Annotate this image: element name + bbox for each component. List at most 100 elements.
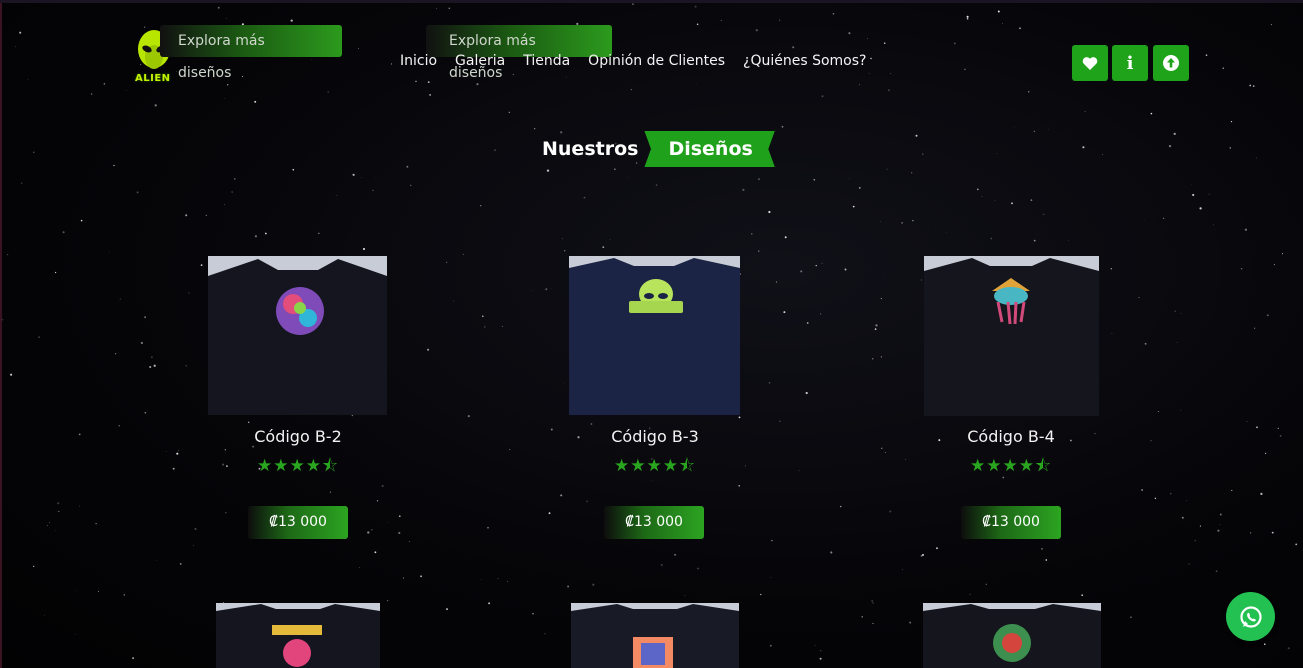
star bbox=[883, 42, 886, 44]
star bbox=[1205, 54, 1208, 56]
star bbox=[997, 10, 1000, 13]
nav-tienda[interactable]: Tienda bbox=[523, 53, 570, 69]
scroll-top-button[interactable] bbox=[1153, 45, 1189, 81]
whatsapp-icon bbox=[1239, 605, 1262, 628]
product-image-row2-2[interactable] bbox=[571, 603, 739, 668]
star bbox=[403, 577, 405, 579]
star bbox=[1027, 91, 1030, 93]
star bbox=[108, 250, 110, 252]
star bbox=[781, 125, 784, 128]
product-image-b4[interactable] bbox=[924, 256, 1099, 416]
nav-opinion-clientes[interactable]: Opinión de Clientes bbox=[588, 53, 725, 69]
star bbox=[374, 177, 375, 178]
star bbox=[880, 298, 882, 300]
star bbox=[1168, 144, 1172, 148]
star bbox=[880, 356, 883, 358]
product-image-row2-3[interactable] bbox=[923, 603, 1101, 668]
product-price-button[interactable]: ₡13 000 bbox=[961, 506, 1061, 539]
star bbox=[292, 168, 295, 171]
star bbox=[1229, 147, 1232, 149]
star bbox=[97, 590, 99, 592]
nav-galeria[interactable]: Galeria bbox=[455, 53, 505, 69]
star bbox=[327, 90, 330, 93]
star bbox=[888, 89, 890, 91]
star bbox=[674, 553, 677, 556]
star bbox=[901, 222, 903, 224]
star bbox=[821, 262, 823, 264]
star bbox=[909, 621, 912, 624]
star bbox=[1068, 240, 1069, 241]
nav-inicio[interactable]: Inicio bbox=[400, 53, 437, 69]
star bbox=[154, 365, 156, 367]
star bbox=[1019, 27, 1021, 30]
star bbox=[1181, 516, 1184, 519]
star bbox=[1110, 268, 1112, 270]
star bbox=[532, 290, 534, 291]
product-image-b3[interactable] bbox=[569, 256, 740, 415]
star bbox=[462, 253, 464, 255]
star bbox=[858, 84, 860, 86]
product-title[interactable]: Código B-2 bbox=[198, 427, 398, 446]
product-image-row2-1[interactable] bbox=[216, 603, 380, 668]
star bbox=[1208, 193, 1210, 195]
star bbox=[586, 500, 588, 503]
star bbox=[920, 554, 923, 557]
star bbox=[480, 578, 482, 580]
star bbox=[996, 153, 998, 154]
star bbox=[1111, 332, 1113, 334]
info-button[interactable]: i bbox=[1112, 45, 1148, 81]
star bbox=[872, 622, 874, 625]
star bbox=[1130, 616, 1132, 619]
star bbox=[1282, 253, 1283, 255]
star bbox=[592, 583, 595, 586]
star bbox=[494, 149, 496, 152]
star bbox=[755, 29, 758, 32]
product-image-b2[interactable] bbox=[208, 256, 387, 415]
star bbox=[467, 415, 470, 418]
star bbox=[806, 322, 809, 324]
favorites-button[interactable] bbox=[1072, 45, 1108, 81]
star bbox=[628, 177, 629, 178]
star bbox=[234, 178, 236, 180]
star bbox=[387, 522, 389, 523]
star bbox=[1157, 411, 1159, 413]
star bbox=[46, 525, 48, 527]
star bbox=[254, 235, 257, 238]
star bbox=[1162, 217, 1165, 220]
star bbox=[21, 182, 23, 184]
star bbox=[54, 271, 57, 274]
product-title[interactable]: Código B-4 bbox=[911, 427, 1111, 446]
whatsapp-button[interactable] bbox=[1226, 592, 1275, 641]
star bbox=[1199, 525, 1201, 527]
star bbox=[172, 467, 175, 470]
product-price-button[interactable]: ₡13 000 bbox=[604, 506, 704, 539]
star bbox=[38, 336, 40, 338]
star bbox=[1230, 120, 1233, 123]
star bbox=[408, 541, 410, 542]
star bbox=[964, 68, 966, 71]
star bbox=[871, 358, 874, 360]
star bbox=[739, 273, 741, 275]
nav-quienes-somos[interactable]: ¿Quiénes Somos? bbox=[743, 53, 866, 69]
product-title[interactable]: Código B-3 bbox=[555, 427, 755, 446]
explore-designs-button[interactable]: Explora más diseños bbox=[160, 25, 342, 81]
star bbox=[448, 7, 451, 10]
star bbox=[367, 531, 370, 534]
star bbox=[144, 316, 147, 319]
star bbox=[928, 229, 929, 230]
star bbox=[352, 173, 355, 176]
star bbox=[415, 80, 417, 83]
star bbox=[1199, 207, 1202, 210]
star bbox=[231, 191, 233, 193]
star bbox=[1217, 529, 1220, 532]
product-price-button[interactable]: ₡13 000 bbox=[248, 506, 348, 539]
star bbox=[602, 246, 605, 248]
star bbox=[1170, 492, 1172, 495]
star bbox=[154, 104, 157, 107]
star bbox=[738, 484, 741, 487]
star bbox=[1194, 539, 1197, 542]
star bbox=[821, 95, 824, 98]
star bbox=[44, 614, 45, 616]
star bbox=[119, 298, 121, 300]
section-title-highlight: Diseños bbox=[644, 131, 775, 167]
